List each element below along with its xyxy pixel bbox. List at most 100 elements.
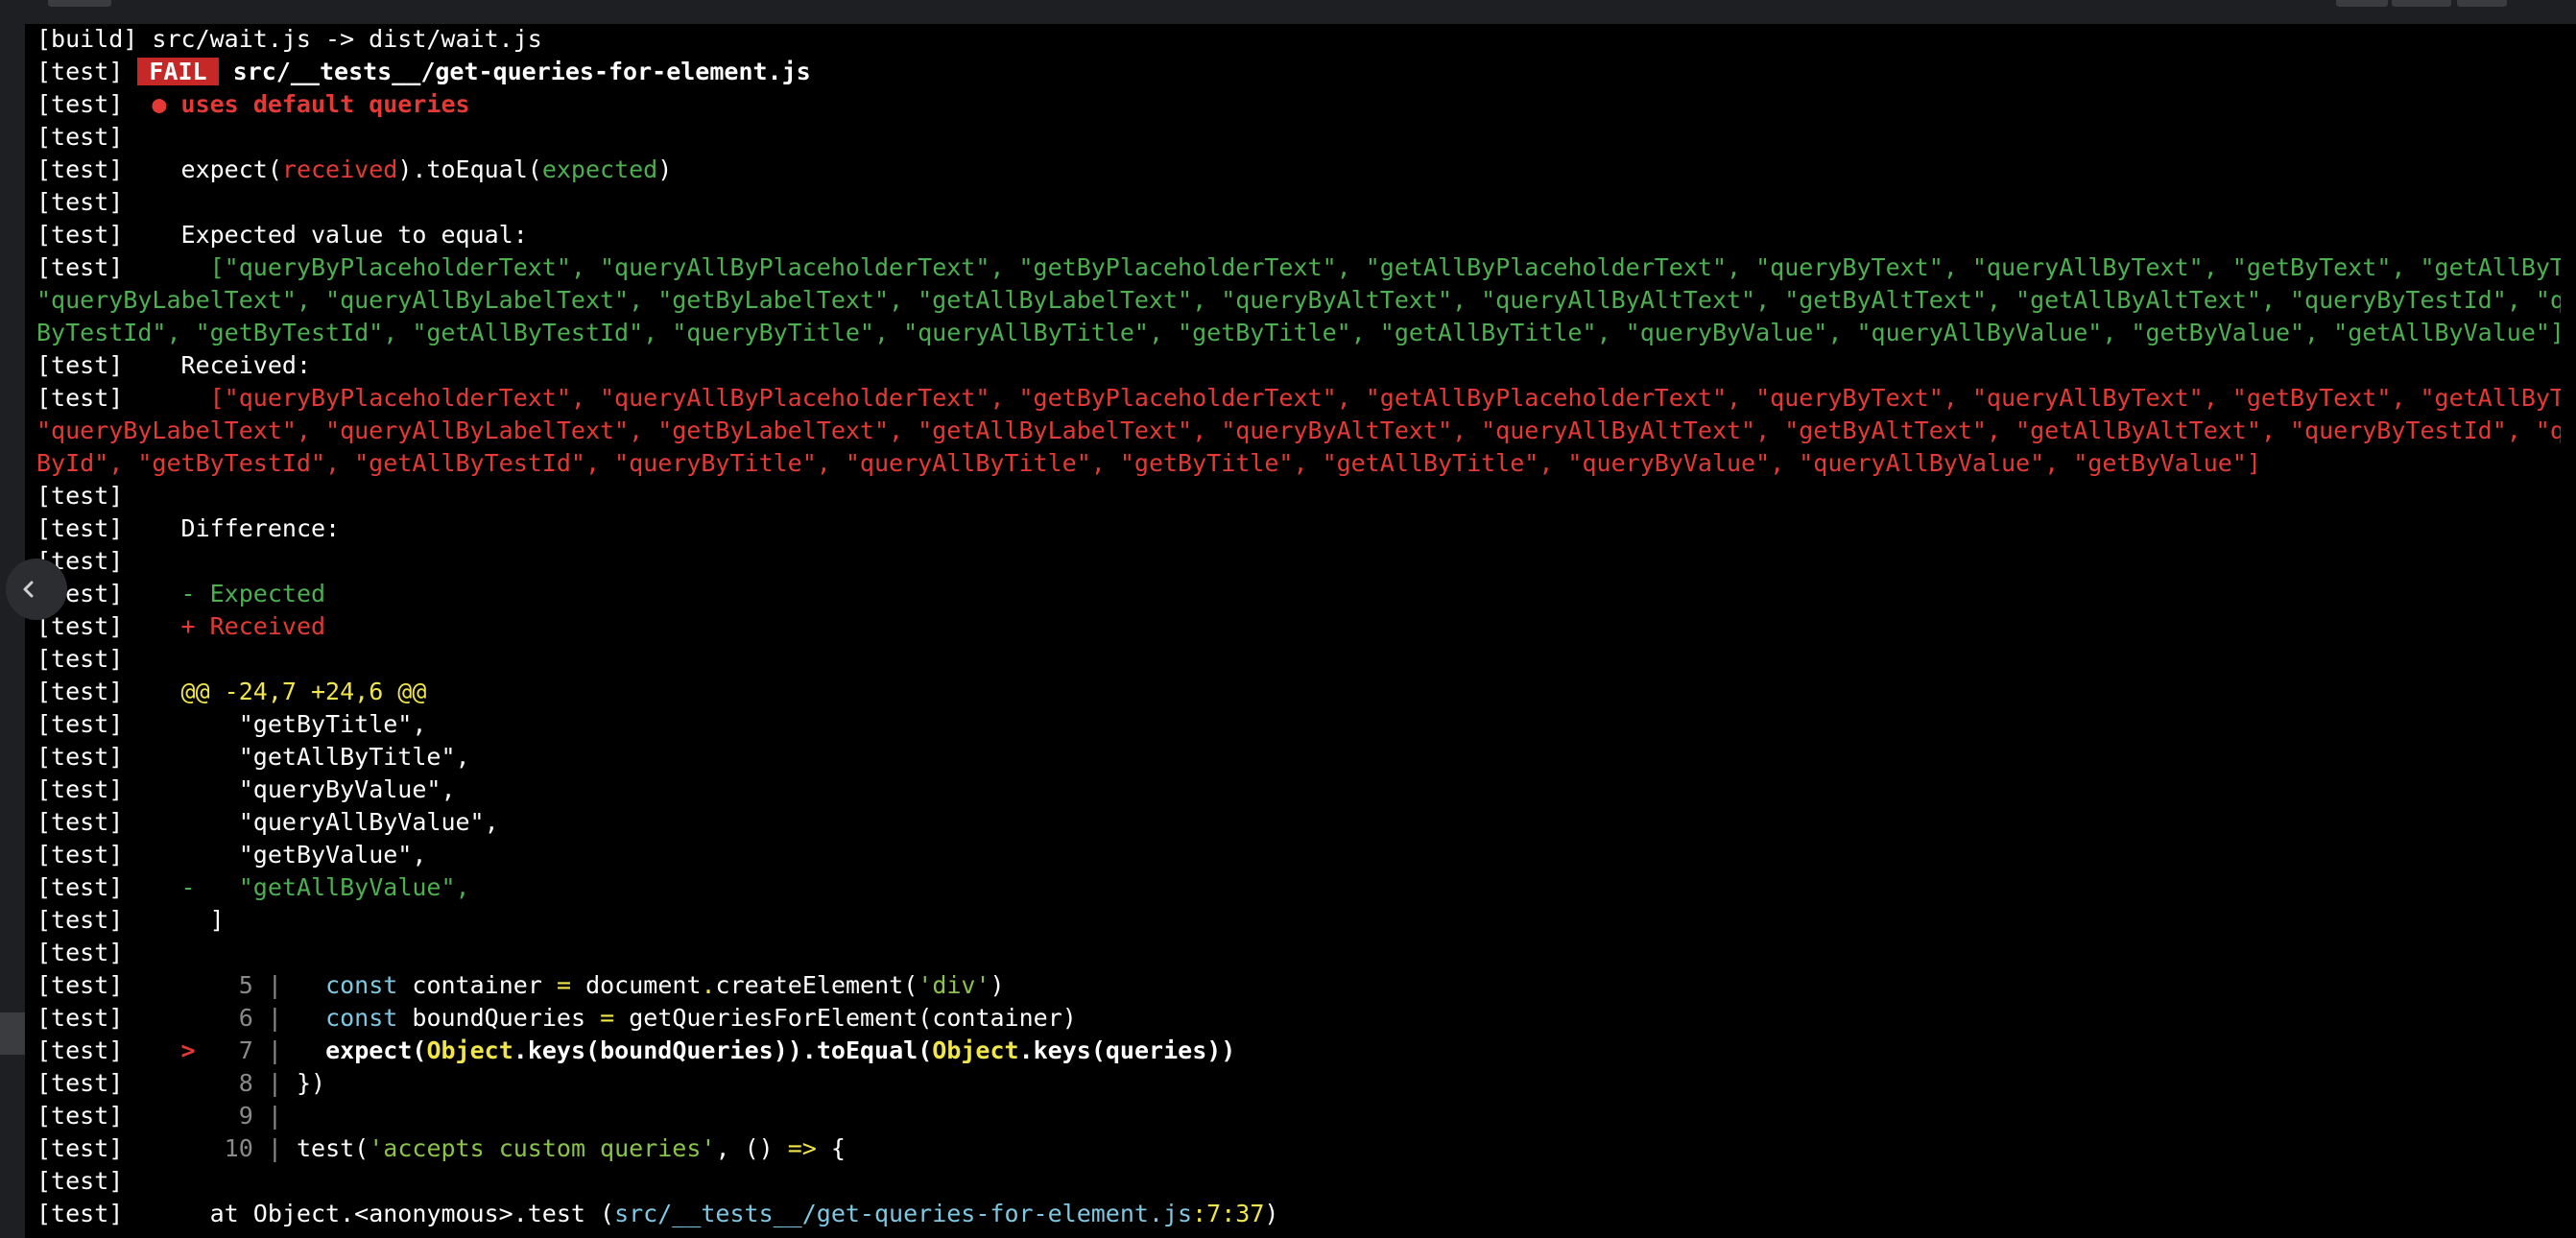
identifier: container <box>412 971 542 999</box>
operator: = <box>600 1004 615 1032</box>
test-name-line: [test] ● uses default queries <box>36 88 2561 121</box>
identifier: boundQueries <box>412 1004 586 1032</box>
punct: { <box>816 1134 846 1162</box>
legend-received-line: [test] + Received <box>36 610 2561 643</box>
punct: ) <box>990 971 1005 999</box>
matcher-received: received <box>281 155 398 183</box>
line-prefix: [test] <box>36 743 124 771</box>
legend-expected: - Expected <box>180 580 326 607</box>
blank-line: [test] <box>36 545 2561 578</box>
blank-line: [test] <box>36 121 2561 154</box>
line-prefix: [test] <box>36 188 124 216</box>
line-prefix: [test] <box>36 1134 124 1162</box>
matcher-line: [test] expect(received).toEqual(expected… <box>36 154 2561 186</box>
sidebar-toggle-button[interactable] <box>6 559 67 620</box>
matcher-end: ) <box>657 155 673 183</box>
line-number: 6 <box>238 1004 253 1032</box>
line-prefix: [test] <box>36 1200 124 1227</box>
received-header-line: [test] Received: <box>36 349 2561 382</box>
identifier: createElement( <box>715 971 918 999</box>
build-line: [build] src/wait.js -> dist/wait.js <box>36 23 2561 56</box>
top-tab[interactable] <box>2392 0 2451 7</box>
blank-line: [test] <box>36 1165 2561 1198</box>
code-frame-line-6: [test] 6 | const boundQueries = getQueri… <box>36 1002 2561 1035</box>
line-prefix: [test] <box>36 775 124 803</box>
stack-at: at Object.<anonymous>.test ( <box>209 1200 615 1227</box>
line-prefix: [test] <box>36 1167 124 1195</box>
line-prefix: [test] <box>36 482 124 510</box>
matcher-expected: expected <box>541 155 658 183</box>
received-value-line-1: [test] ["queryByPlaceholderText", "query… <box>36 382 2561 415</box>
punct: , () <box>715 1134 788 1162</box>
line-prefix: [test] <box>36 58 124 85</box>
top-tab[interactable] <box>48 0 111 7</box>
gutter: | <box>267 1102 282 1130</box>
blank-line: [test] <box>36 186 2561 219</box>
code-frame-line-8: [test] 8 | }) <box>36 1067 2561 1100</box>
fail-line: [test] FAIL src/__tests__/get-queries-fo… <box>36 56 2561 88</box>
line-prefix: [test] <box>36 1102 124 1130</box>
fail-badge: FAIL <box>137 58 219 85</box>
diff-close-bracket: ] <box>209 906 225 934</box>
identifier: document <box>585 971 702 999</box>
sidebar-selection-marker <box>0 1012 25 1055</box>
expected-value-part-2: "queryByLabelText", "queryAllByLabelText… <box>36 286 2561 314</box>
line-prefix: [test] <box>36 710 124 738</box>
string-literal: 'div' <box>918 971 990 999</box>
line-prefix: [test] <box>36 253 124 281</box>
diff-context-line: [test] "queryByValue", <box>36 774 2561 806</box>
legend-expected-line: [test] - Expected <box>36 578 2561 610</box>
line-prefix: [test] <box>36 906 124 934</box>
line-prefix: [test] <box>36 645 124 673</box>
identifier-object: Object <box>426 1036 513 1064</box>
window-top-bar <box>0 0 2576 24</box>
expected-header: Expected value to equal: <box>180 221 528 249</box>
test-name: ● uses default queries <box>152 90 470 118</box>
top-tab[interactable] <box>2336 0 2388 7</box>
line-prefix: [test] <box>36 514 124 542</box>
keyword: const <box>325 971 398 999</box>
matcher-expect: expect( <box>180 155 282 183</box>
left-sidebar-strip <box>0 24 25 1238</box>
diff-context-text: "getAllByTitle", <box>238 743 470 771</box>
diff-removed-marker: - <box>180 873 196 901</box>
line-prefix: [test] <box>36 678 124 705</box>
operator: . <box>701 971 716 999</box>
identifier: getQueriesForElement(container) <box>629 1004 1077 1032</box>
error-pointer: > <box>180 1036 196 1064</box>
received-header: Received: <box>180 351 311 379</box>
line-prefix: [test] <box>36 873 124 901</box>
code-frame-line-9: [test] 9 | <box>36 1100 2561 1132</box>
operator: => <box>787 1134 817 1162</box>
identifier: .keys(queries)) <box>1018 1036 1236 1064</box>
matcher-toequal: ).toEqual( <box>397 155 542 183</box>
stack-position: :7:37 <box>1192 1200 1265 1227</box>
identifier: expect( <box>325 1036 427 1064</box>
diff-context-line: [test] "queryAllByValue", <box>36 806 2561 839</box>
blank-line: [test] <box>36 643 2561 676</box>
diff-removed-line: [test] - "getAllByValue", <box>36 871 2561 904</box>
identifier: .keys(boundQueries)).toEqual( <box>513 1036 933 1064</box>
top-tab[interactable] <box>2457 0 2507 7</box>
line-prefix: [test] <box>36 123 124 151</box>
diff-context-text: "getByValue", <box>238 841 427 869</box>
line-prefix: [test] <box>36 808 124 836</box>
diff-close-line: [test] ] <box>36 904 2561 937</box>
stack-file-link[interactable]: src/__tests__/get-queries-for-element.js <box>614 1200 1192 1227</box>
diff-context-line: [test] "getByValue", <box>36 839 2561 871</box>
diff-context-text: "getByTitle", <box>238 710 427 738</box>
fail-file-path: src/__tests__/get-queries-for-element.js <box>232 58 811 85</box>
blank-line: [test] <box>36 937 2561 969</box>
gutter: | <box>267 1134 282 1162</box>
received-value-part-3: ById", "getByTestId", "getAllByTestId", … <box>36 449 2261 477</box>
gutter: | <box>267 1004 282 1032</box>
line-number: 9 <box>238 1102 253 1130</box>
blank-line: [test] <box>36 480 2561 512</box>
expected-header-line: [test] Expected value to equal: <box>36 219 2561 251</box>
line-number: 5 <box>238 971 253 999</box>
expected-value-part-3: ByTestId", "getByTestId", "getAllByTestI… <box>36 319 2561 346</box>
gutter: | <box>267 971 282 999</box>
line-prefix: [test] <box>36 90 124 118</box>
chevron-left-icon <box>23 581 34 598</box>
diff-context-text: "queryAllByValue", <box>238 808 499 836</box>
